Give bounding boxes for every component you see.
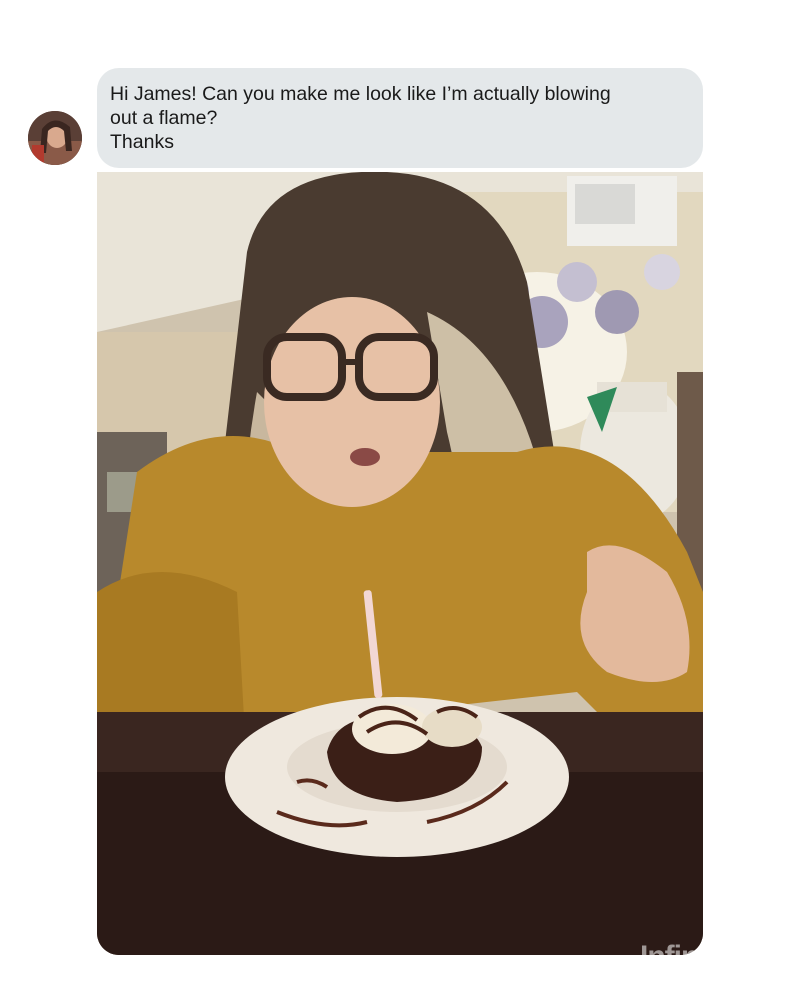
message-bubble[interactable]: Hi James! Can you make me look like I’m … [97,68,703,168]
sender-avatar[interactable] [28,111,82,165]
message-line-1: Hi James! Can you make me look like I’m … [110,83,611,105]
message-line-3: Thanks [110,131,174,153]
attached-photo[interactable] [97,172,703,955]
photo-image [97,172,703,955]
watermark-logo: InfinOk [640,940,737,973]
message-line-2: out a flame? [110,107,218,129]
avatar-image [28,111,82,165]
chat-screen: Hi James! Can you make me look like I’m … [0,0,800,1000]
